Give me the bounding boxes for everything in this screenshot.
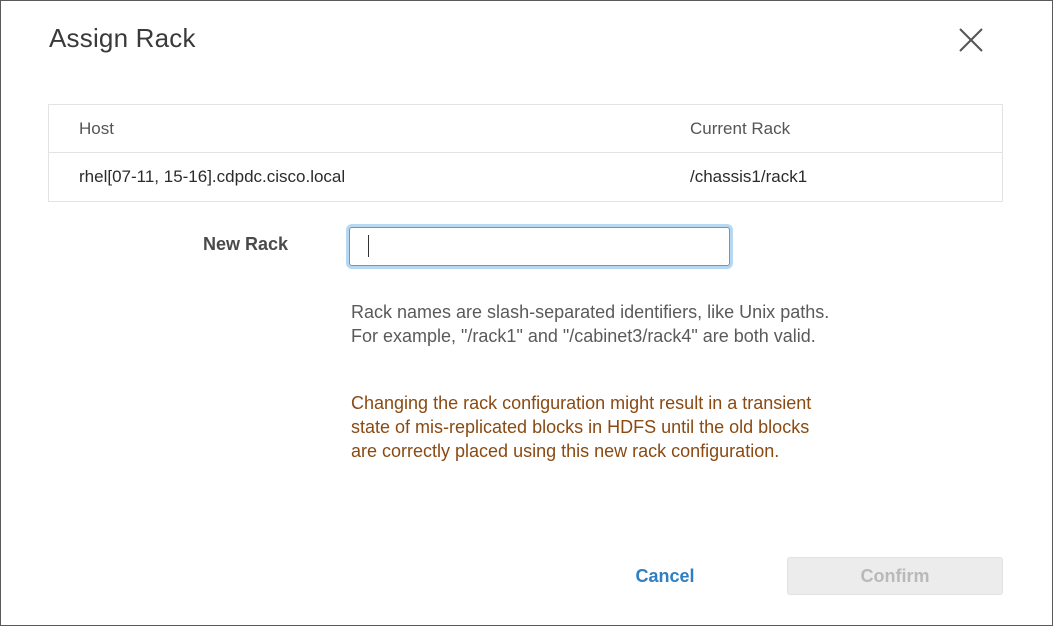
help-line: For example, "/rack1" and "/cabinet3/rac… <box>351 326 816 346</box>
text-caret <box>368 235 369 257</box>
help-line: Rack names are slash-separated identifie… <box>351 302 830 322</box>
new-rack-input[interactable] <box>349 227 730 266</box>
table-header-row: Host Current Rack <box>49 105 1002 153</box>
close-button[interactable] <box>955 25 987 55</box>
column-header-host: Host <box>79 118 114 138</box>
column-header-current-rack: Current Rack <box>690 118 791 138</box>
current-rack-cell: /chassis1/rack1 <box>690 167 808 186</box>
host-rack-table: Host Current Rack rhel[07-11, 15-16].cdp… <box>48 104 1003 202</box>
warning-line: Changing the rack configuration might re… <box>351 393 812 413</box>
rack-change-warning-text: Changing the rack configuration might re… <box>351 391 1031 463</box>
assign-rack-dialog: Assign Rack Host Current Rack rhel[07-11… <box>0 0 1053 626</box>
dialog-title: Assign Rack <box>49 23 196 53</box>
warning-line: state of mis-replicated blocks in HDFS u… <box>351 417 810 437</box>
cancel-button[interactable]: Cancel <box>611 557 719 595</box>
table-row: rhel[07-11, 15-16].cdpdc.cisco.local /ch… <box>49 153 1002 201</box>
rack-name-help-text: Rack names are slash-separated identifie… <box>351 300 1031 348</box>
confirm-button[interactable]: Confirm <box>787 557 1003 595</box>
new-rack-label: New Rack <box>203 234 289 254</box>
warning-line: are correctly placed using this new rack… <box>351 441 780 461</box>
close-icon <box>955 25 987 55</box>
host-cell: rhel[07-11, 15-16].cdpdc.cisco.local <box>79 167 346 186</box>
